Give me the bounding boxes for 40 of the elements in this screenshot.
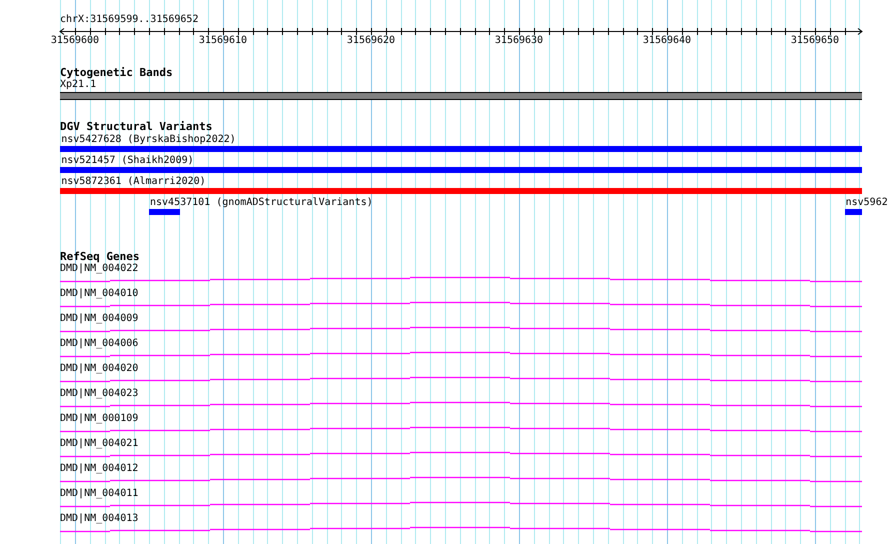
gene-line[interactable]	[60, 352, 862, 358]
tick-label: 31569620	[346, 35, 396, 46]
band-label: Xp21.1	[60, 79, 98, 91]
gene-label: DMD|NM_004012	[60, 463, 140, 475]
gene-label: DMD|NM_004006	[60, 338, 140, 350]
gene-line[interactable]	[60, 452, 862, 458]
track-title: Cytogenetic Bands	[60, 67, 174, 79]
gene-label: DMD|NM_004022	[60, 263, 140, 275]
region-label: chrX:31569599..31569652	[60, 14, 200, 26]
track-title: RefSeq Genes	[60, 251, 140, 263]
gene-label: DMD|NM_004020	[60, 363, 140, 375]
gene-line[interactable]	[60, 326, 862, 332]
gene-label: DMD|NM_004011	[60, 488, 140, 500]
track-title: DGV Structural Variants	[60, 121, 214, 133]
gene-line[interactable]	[60, 476, 862, 482]
variant-label: nsv521457 (Shaikh2009)	[61, 154, 194, 167]
variant-label: nsv4537101 (gnomADStructuralVariants)	[150, 196, 373, 209]
tick-label: 31569630	[494, 35, 544, 46]
variant-bar[interactable]	[844, 209, 862, 215]
tick-label: 31569610	[198, 35, 248, 46]
gene-line[interactable]	[60, 276, 862, 282]
gene-label: DMD|NM_004021	[60, 438, 140, 450]
gene-line[interactable]	[60, 376, 862, 382]
gene-line[interactable]	[60, 426, 862, 432]
gene-line[interactable]	[60, 526, 862, 532]
gene-line[interactable]	[60, 502, 862, 508]
variant-label: nsv5427628 (ByrskaBishop2022)	[61, 133, 236, 146]
tick-label: 31569650	[790, 35, 840, 46]
gene-label: DMD|NM_004023	[60, 388, 140, 400]
tick-label: 31569640	[642, 35, 692, 46]
cytoband-bar[interactable]	[60, 92, 862, 100]
gene-label: DMD|NM_004009	[60, 313, 140, 325]
gene-label: DMD|NM_000109	[60, 413, 140, 425]
gene-label: DMD|NM_004010	[60, 288, 140, 300]
variant-label: nsv5962	[846, 196, 888, 209]
gene-line[interactable]	[60, 402, 862, 408]
gene-line[interactable]	[60, 302, 862, 308]
tick-label: 31569600	[50, 35, 100, 46]
gene-label: DMD|NM_004013	[60, 513, 140, 525]
variant-label: nsv5872361 (Almarri2020)	[61, 175, 206, 188]
